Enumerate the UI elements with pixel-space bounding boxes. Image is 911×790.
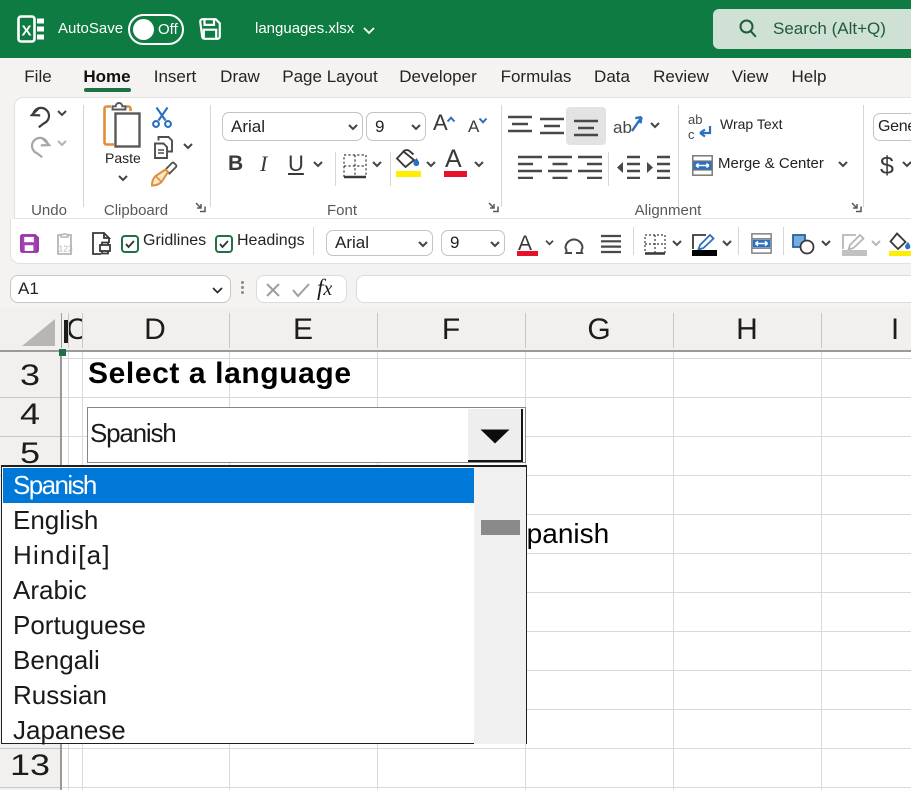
svg-text:123: 123 [59, 244, 73, 254]
svg-text:ab: ab [613, 118, 632, 137]
svg-text:ab: ab [688, 112, 702, 127]
svg-text:X: X [21, 23, 31, 40]
svg-text:c: c [688, 127, 695, 140]
